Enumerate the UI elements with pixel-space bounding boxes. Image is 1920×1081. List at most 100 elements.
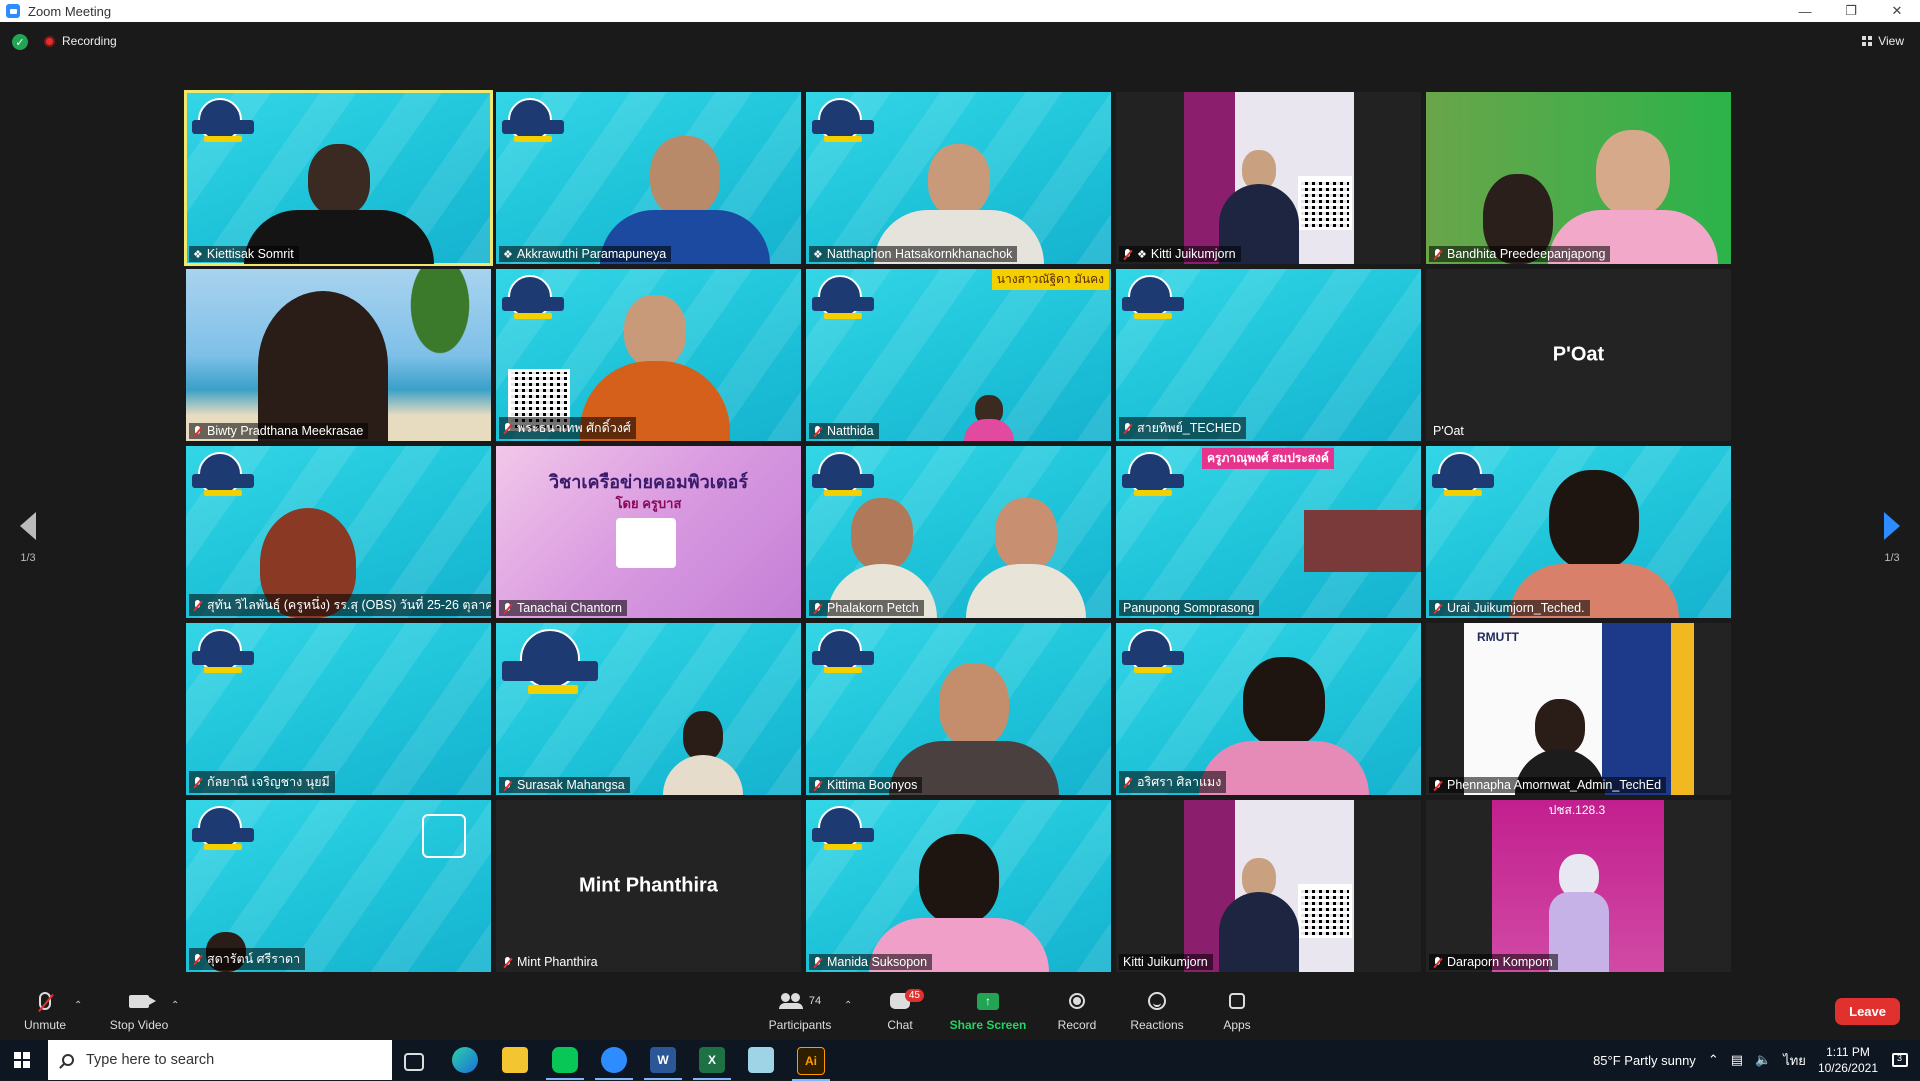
participant-name-tag: สุดารัตน์ ศรีราดา <box>189 948 306 970</box>
mic-muted-icon <box>1123 776 1132 788</box>
participants-button[interactable]: 74 Participants <box>760 988 840 1032</box>
obs-event-logo <box>192 452 258 498</box>
video-tile[interactable]: สายทิพย์_TECHED <box>1116 269 1421 441</box>
stop-video-button[interactable]: Stop Video <box>104 988 174 1032</box>
video-tile[interactable]: Surasak Mahangsa <box>496 623 801 795</box>
participant-video <box>1508 470 1679 618</box>
rmutt-logo: RMUTT <box>1477 630 1519 644</box>
weather-widget[interactable]: 85°F Partly sunny <box>1593 1053 1696 1068</box>
minimize-button[interactable]: — <box>1782 0 1828 22</box>
mic-muted-icon <box>193 599 202 611</box>
video-tile[interactable]: Manida Suksopon <box>806 800 1111 972</box>
pin-icon: ❖ <box>1137 248 1147 261</box>
video-options-caret[interactable]: ⌃ <box>171 1000 179 1011</box>
next-page-button[interactable]: 1/3 <box>1872 512 1912 564</box>
network-diagram <box>616 518 676 568</box>
record-dot-icon <box>44 35 55 47</box>
word-icon[interactable]: W <box>644 1047 682 1080</box>
video-tile[interactable]: ❖ Natthaphon Hatsakornkhanachok <box>806 92 1111 264</box>
pin-icon: ❖ <box>503 248 513 261</box>
mic-muted-icon <box>1123 248 1132 260</box>
audio-options-caret[interactable]: ⌃ <box>74 1000 82 1011</box>
input-language[interactable]: ไทย <box>1783 1050 1806 1071</box>
video-tile[interactable]: นางสาวณัฐิดา มันคง Natthida <box>806 269 1111 441</box>
task-view-icon[interactable] <box>404 1053 424 1071</box>
mic-muted-icon <box>813 956 822 968</box>
reactions-button[interactable]: Reactions <box>1122 988 1192 1032</box>
video-tile[interactable]: Kitti Juikumjorn <box>1116 800 1421 972</box>
notepad-icon[interactable] <box>748 1047 774 1073</box>
video-tile[interactable]: ❖ Kitti Juikumjorn <box>1116 92 1421 264</box>
video-tile[interactable]: P'Oat P'Oat <box>1426 269 1731 441</box>
restore-button[interactable]: ❐ <box>1828 0 1874 22</box>
taskbar-clock[interactable]: 1:11 PM 10/26/2021 <box>1818 1044 1878 1076</box>
apps-button[interactable]: Apps <box>1202 988 1272 1032</box>
leave-button[interactable]: Leave <box>1835 998 1900 1025</box>
edge-icon[interactable] <box>452 1047 478 1073</box>
taskbar-search[interactable]: Type here to search <box>48 1040 392 1080</box>
obs-event-logo <box>812 452 878 498</box>
mic-muted-icon <box>503 422 512 434</box>
illustrator-icon[interactable]: Ai <box>792 1047 830 1081</box>
participants-icon <box>778 993 803 1009</box>
chat-button[interactable]: 45 Chat <box>865 988 935 1032</box>
previous-page-button[interactable]: 1/3 <box>8 512 48 564</box>
obs-event-logo <box>192 98 258 144</box>
recording-label: Recording <box>62 34 117 48</box>
meeting-top-bar: ✓ Recording View <box>0 22 1920 62</box>
zoom-taskbar-icon[interactable] <box>595 1047 633 1080</box>
file-explorer-icon[interactable] <box>502 1047 528 1073</box>
video-tile[interactable]: Phalakorn Petch <box>806 446 1111 618</box>
window-title: Zoom Meeting <box>28 3 112 19</box>
view-button[interactable]: View <box>1862 34 1904 48</box>
notification-icon[interactable]: 3 <box>1892 1053 1908 1067</box>
windows-start-icon[interactable] <box>14 1052 30 1068</box>
share-screen-button[interactable]: ↑ Share Screen <box>948 988 1028 1032</box>
video-tile[interactable]: Bandhita Preedeepanjapong <box>1426 92 1731 264</box>
video-tile[interactable]: กัลยาณี เจริญชาง นุยมี <box>186 623 491 795</box>
record-button[interactable]: Record <box>1042 988 1112 1032</box>
participant-name-tag: Surasak Mahangsa <box>499 777 630 793</box>
page-indicator-right: 1/3 <box>1884 552 1900 564</box>
line-app-icon[interactable] <box>546 1047 584 1080</box>
participant-name-tag: Phalakorn Petch <box>809 600 924 616</box>
unmute-button[interactable]: Unmute <box>10 988 80 1032</box>
participant-video <box>868 834 1049 972</box>
video-tile[interactable]: วิชาเครือข่ายคอมพิวเตอร์ โดย ครูบาส Tana… <box>496 446 801 618</box>
tray-chevron-icon[interactable]: ⌃ <box>1708 1052 1719 1068</box>
video-tile[interactable]: ❖ Kiettisak Somrit <box>184 90 493 266</box>
participant-name-tag: อริศรา ศิลาแมง <box>1119 771 1227 793</box>
excel-icon[interactable]: X <box>693 1047 731 1080</box>
shield-icon[interactable]: ✓ <box>12 34 28 50</box>
video-tile[interactable]: Urai Juikumjorn_Teched. <box>1426 446 1731 618</box>
obs-event-logo <box>192 806 258 852</box>
video-tile[interactable]: สุดารัตน์ ศรีราดา <box>186 800 491 972</box>
chip-logo-icon <box>422 814 466 858</box>
close-button[interactable]: ✕ <box>1874 0 1920 22</box>
video-tile[interactable]: Kittima Boonyos <box>806 623 1111 795</box>
video-tile[interactable]: Mint Phanthira Mint Phanthira <box>496 800 801 972</box>
video-tile[interactable]: RMUTT Phennapha Amornwat_Admin_TechEd <box>1426 623 1731 795</box>
recording-indicator[interactable]: Recording <box>44 34 117 48</box>
video-tile[interactable]: สุทัน วิไลพันธุ์ (ครูหนึ่ง) รร.สุ (OBS) … <box>186 446 491 618</box>
participant-video <box>1219 858 1300 972</box>
mic-muted-icon <box>813 602 822 614</box>
video-tile[interactable]: Biwty Pradthana Meekrasae <box>186 269 491 441</box>
participant-video <box>600 136 771 264</box>
video-tile[interactable]: อริศรา ศิลาแมง <box>1116 623 1421 795</box>
network-icon[interactable]: ▤ <box>1731 1052 1743 1068</box>
participant-name-tag: Tanachai Chantorn <box>499 600 627 616</box>
mic-muted-icon <box>1433 956 1442 968</box>
video-tile[interactable]: ❖ Akkrawuthi Paramapuneya <box>496 92 801 264</box>
chat-unread-badge: 45 <box>904 989 924 1002</box>
participant-name-tag: Natthida <box>809 423 879 439</box>
speaker-icon[interactable]: 🔈 <box>1755 1052 1771 1068</box>
title-bar: Zoom Meeting — ❐ ✕ <box>0 0 1920 22</box>
video-tile[interactable]: พระธนาเทพ ศักดิ์วงศ์ <box>496 269 801 441</box>
participants-options-caret[interactable]: ⌃ <box>844 1000 852 1011</box>
obs-event-logo <box>1122 452 1188 498</box>
obs-event-logo <box>1122 275 1188 321</box>
video-tile[interactable]: ปชส.128.3 Daraporn Kompom <box>1426 800 1731 972</box>
windows-taskbar: Type here to search W X Ai 85°F Partly s… <box>0 1040 1920 1081</box>
video-tile[interactable]: ครูภาณุพงศ์ สมประสงค์ Panupong Somprason… <box>1116 446 1421 618</box>
